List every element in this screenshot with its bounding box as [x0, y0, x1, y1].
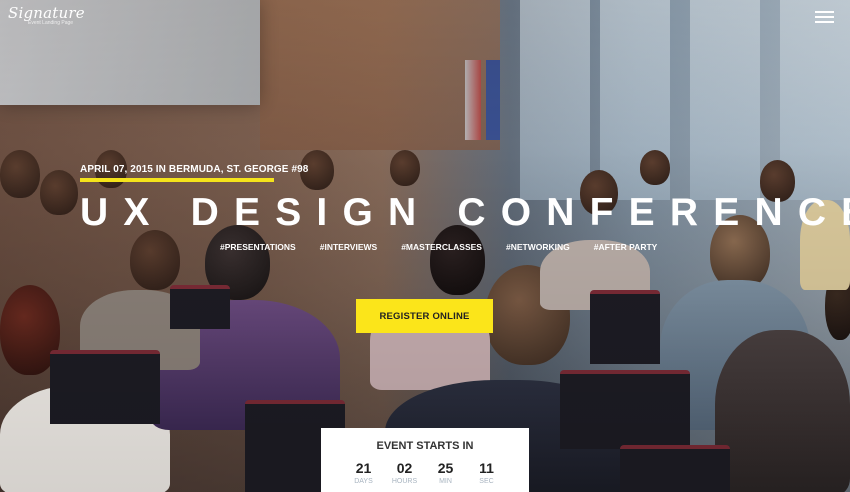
event-countdown: EVENT STARTS IN 21 DAYS 02 HOURS 25 MIN … — [321, 428, 529, 492]
site-logo[interactable]: Signature Event Landing Page — [8, 5, 85, 26]
tag-interviews: #INTERVIEWS — [319, 242, 378, 252]
countdown-heading: EVENT STARTS IN — [376, 440, 474, 452]
countdown-hours-value: 02 — [396, 460, 413, 476]
event-tags: #PRESENTATIONS #INTERVIEWS #MASTERCLASSE… — [220, 242, 681, 252]
countdown-seconds-label: SEC — [479, 478, 494, 485]
date-underline-accent — [80, 178, 274, 182]
hamburger-menu-icon[interactable] — [815, 11, 834, 23]
event-date-location: APRIL 07, 2015 IN BERMUDA, ST. GEORGE #9… — [80, 164, 309, 175]
countdown-days-label: DAYS — [354, 478, 373, 485]
countdown-seconds-value: 11 — [479, 460, 494, 476]
countdown-seconds: 11 SEC — [466, 460, 507, 485]
register-online-button[interactable]: REGISTER ONLINE — [356, 299, 493, 333]
tag-networking: #NETWORKING — [505, 242, 570, 252]
countdown-hours: 02 HOURS — [384, 460, 425, 485]
tag-after-party: #AFTER PARTY — [593, 242, 658, 252]
tag-presentations: #PRESENTATIONS — [220, 242, 296, 252]
tag-masterclasses: #MASTERCLASSES — [401, 242, 482, 252]
countdown-hours-label: HOURS — [391, 478, 418, 485]
logo-name: Signature — [8, 4, 85, 22]
countdown-days-value: 21 — [355, 460, 372, 476]
page-title: UX DESIGN CONFERENCE — [80, 191, 850, 234]
countdown-minutes: 25 MIN — [425, 460, 466, 485]
countdown-days: 21 DAYS — [343, 460, 384, 485]
countdown-minutes-value: 25 — [437, 460, 454, 476]
countdown-minutes-label: MIN — [439, 478, 452, 485]
